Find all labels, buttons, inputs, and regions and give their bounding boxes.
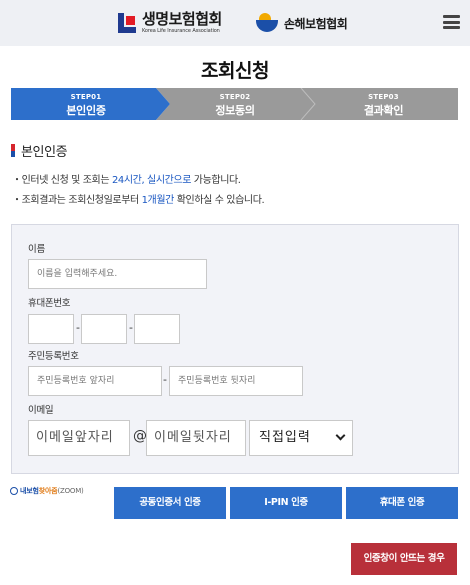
- rrn-label: 주민등록번호: [28, 351, 79, 362]
- step-2-number: STEP02: [219, 93, 251, 101]
- rrn-dash: -: [163, 373, 167, 386]
- identity-form-panel: 이름 이름을 입력해주세요. 휴대폰번호 - - 주민등록번호 주민등록번호 앞…: [11, 224, 459, 474]
- step-progress: STEP01 본인인증 STEP02 정보동의 STEP03 결과확인: [11, 88, 458, 120]
- notice-item: ・조회결과는 조회신청일로부터 1개월간 확인하실 수 있습니다.: [12, 195, 265, 206]
- phone-input-2[interactable]: [81, 314, 127, 344]
- step-3-number: STEP03: [368, 93, 399, 101]
- section-title-text: 본인인증: [21, 145, 68, 160]
- notice-highlight: 24시간, 실시간으로: [111, 175, 192, 186]
- popup-help-button[interactable]: 인증창이 안뜨는 경우: [351, 543, 457, 575]
- name-input[interactable]: 이름을 입력해주세요.: [28, 259, 207, 289]
- non-life-insurance-association-logo[interactable]: 손해보험협회: [256, 10, 348, 36]
- step-1-number: STEP01: [70, 93, 102, 101]
- zoom-link-part-3: (ZOOM): [57, 487, 84, 495]
- section-title: 본인인증: [11, 141, 68, 160]
- site-header: 생명보험협회 Korea Life Insurance Association …: [0, 0, 470, 46]
- section-flag-icon: [11, 144, 15, 157]
- magnifier-icon: [10, 487, 18, 495]
- rrn-front-input[interactable]: 주민등록번호 앞자리: [28, 366, 162, 396]
- logo1-subtitle: Korea Life Insurance Association: [142, 28, 220, 34]
- page-title: 조회신청: [201, 60, 269, 82]
- notice-highlight: 1개월간: [141, 195, 175, 206]
- email-at-sign: @: [133, 428, 147, 444]
- email-front-input[interactable]: 이메일앞자리: [28, 420, 130, 456]
- step-2-label: 정보동의: [215, 104, 255, 117]
- zoom-link-part-1: 내보험: [20, 487, 39, 495]
- email-domain-selected: 직접입력: [259, 430, 311, 445]
- notice-list: ・인터넷 신청 및 조회는 24시간, 실시간으로 가능합니다. ・조회결과는 …: [12, 174, 265, 214]
- logo2-name: 손해보험협회: [284, 16, 348, 31]
- email-label: 이메일: [28, 405, 54, 416]
- phone-label: 휴대폰번호: [28, 298, 71, 309]
- logo1-name: 생명보험협회: [142, 10, 222, 28]
- step-3-label: 결과확인: [363, 104, 404, 117]
- step-1-identity: STEP01 본인인증: [11, 88, 161, 120]
- phone-dash-2: -: [129, 321, 133, 334]
- notice-item: ・인터넷 신청 및 조회는 24시간, 실시간으로 가능합니다.: [12, 175, 241, 186]
- life-insurance-association-logo[interactable]: 생명보험협회 Korea Life Insurance Association: [116, 10, 222, 36]
- step-2-consent: STEP02 정보동의: [161, 88, 309, 120]
- phone-input-3[interactable]: [134, 314, 180, 344]
- phone-dash-1: -: [76, 321, 80, 334]
- step-3-result: STEP03 결과확인: [309, 88, 458, 120]
- chevron-down-icon: [335, 430, 346, 441]
- phone-auth-button[interactable]: 휴대폰 인증: [346, 487, 458, 519]
- step-1-label: 본인인증: [66, 104, 106, 117]
- phone-input-1[interactable]: [28, 314, 74, 344]
- life-insurance-logo-mark: [116, 13, 138, 33]
- email-back-input[interactable]: 이메일뒷자리: [146, 420, 246, 456]
- non-life-insurance-logo-mark: [256, 12, 280, 34]
- rrn-back-input[interactable]: 주민등록번호 뒷자리: [169, 366, 303, 396]
- ipin-auth-button[interactable]: I-PIN 인증: [230, 487, 342, 519]
- name-label: 이름: [28, 244, 45, 255]
- hamburger-menu-icon[interactable]: [443, 15, 460, 29]
- certificate-auth-button[interactable]: 공동인증서 인증: [114, 487, 226, 519]
- email-domain-select[interactable]: 직접입력: [249, 420, 353, 456]
- zoom-link-part-2: 찾아줌: [38, 487, 58, 495]
- insurance-zoom-link[interactable]: 내보험 찾아줌 (ZOOM): [10, 486, 84, 496]
